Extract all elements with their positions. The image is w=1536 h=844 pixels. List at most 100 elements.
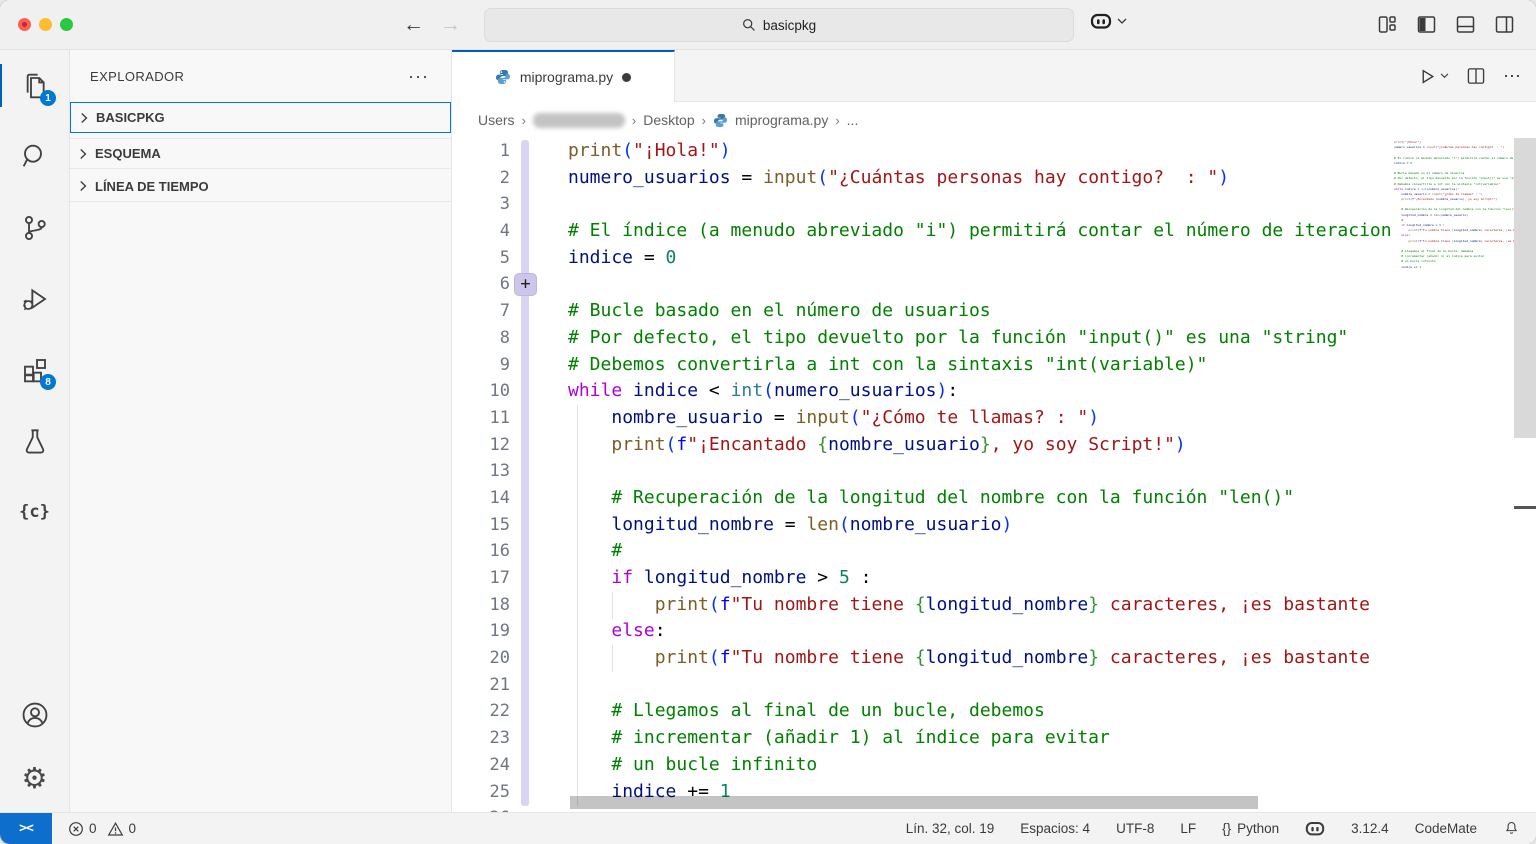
language-mode[interactable]: {} Python: [1222, 821, 1279, 836]
code-line[interactable]: 11 nombre_usuario = input("¿Cómo te llam…: [452, 405, 1392, 432]
customize-layout-icon[interactable]: [1378, 15, 1397, 34]
back-arrow-icon[interactable]: ←: [403, 11, 424, 39]
code-line[interactable]: 18 print(f"Tu nombre tiene {longitud_nom…: [452, 592, 1392, 619]
line-number[interactable]: 15: [452, 512, 510, 539]
line-number[interactable]: 23: [452, 725, 510, 752]
sidebar-item-run-debug[interactable]: [0, 263, 69, 334]
line-number[interactable]: 9: [452, 352, 510, 379]
toggle-secondary-sidebar-icon[interactable]: [1495, 15, 1514, 34]
remote-indicator[interactable]: ><: [0, 813, 52, 844]
line-number[interactable]: 11: [452, 405, 510, 432]
toggle-panel-icon[interactable]: [1456, 15, 1475, 34]
line-number[interactable]: 3: [452, 191, 510, 218]
line-number[interactable]: 10: [452, 378, 510, 405]
line-number[interactable]: 4: [452, 218, 510, 245]
modified-indicator[interactable]: [622, 73, 631, 82]
code-line[interactable]: 4# El índice (a menudo abreviado "i") pe…: [452, 218, 1392, 245]
line-number[interactable]: 18: [452, 592, 510, 619]
add-inline-chat-button[interactable]: +: [514, 273, 537, 296]
breadcrumb-desktop[interactable]: Desktop: [643, 112, 694, 128]
sidebar-item-explorer[interactable]: 1: [0, 50, 69, 121]
maximize-button[interactable]: [60, 18, 73, 31]
cursor-position[interactable]: Lín. 32, col. 19: [906, 821, 995, 836]
code-line[interactable]: 1print("¡Hola!"): [452, 138, 1392, 165]
code-line[interactable]: 23 # incrementar (añadir 1) al índice pa…: [452, 725, 1392, 752]
line-number[interactable]: 13: [452, 458, 510, 485]
code-line[interactable]: 12 print(f"¡Encantado {nombre_usuario}, …: [452, 432, 1392, 459]
tab-miprograma[interactable]: miprograma.py: [452, 50, 675, 102]
line-number[interactable]: 16: [452, 538, 510, 565]
section-linea-de-tiempo[interactable]: LÍNEA DE TIEMPO: [70, 171, 451, 202]
settings-button[interactable]: ⚙: [0, 747, 69, 812]
code-line[interactable]: 7# Bucle basado en el número de usuarios: [452, 298, 1392, 325]
code-line[interactable]: 24 # un bucle infinito: [452, 752, 1392, 779]
forward-arrow-icon[interactable]: →: [440, 11, 461, 39]
line-number[interactable]: 20: [452, 645, 510, 672]
problems-indicator[interactable]: 0 0: [68, 821, 136, 837]
breadcrumb-symbol[interactable]: ...: [847, 112, 859, 128]
close-button[interactable]: [18, 18, 31, 31]
breadcrumb-username-redacted[interactable]: [533, 113, 625, 128]
line-number[interactable]: 14: [452, 485, 510, 512]
code-line[interactable]: 9# Debemos convertirla a int con la sint…: [452, 352, 1392, 379]
copilot-status-icon[interactable]: [1305, 821, 1325, 836]
line-number[interactable]: 12: [452, 432, 510, 459]
toggle-primary-sidebar-icon[interactable]: [1417, 15, 1436, 34]
line-number[interactable]: 7: [452, 298, 510, 325]
bell-icon[interactable]: [1503, 820, 1520, 837]
line-number[interactable]: 24: [452, 752, 510, 779]
line-number[interactable]: 17: [452, 565, 510, 592]
sidebar-item-search[interactable]: [0, 121, 69, 192]
code-line[interactable]: 20 print(f"Tu nombre tiene {longitud_nom…: [452, 645, 1392, 672]
section-basicpkg[interactable]: BASICPKG: [70, 102, 451, 133]
code-line[interactable]: 13: [452, 458, 1392, 485]
python-version[interactable]: 3.12.4: [1351, 821, 1389, 836]
vertical-scrollbar[interactable]: [1514, 138, 1536, 438]
minimap[interactable]: print("¡Hola!")numero_usuarios = input("…: [1392, 140, 1514, 340]
line-number[interactable]: 22: [452, 698, 510, 725]
more-actions-button[interactable]: ⋯: [1503, 66, 1522, 87]
line-number[interactable]: 2: [452, 165, 510, 192]
code-line[interactable]: 19 else:: [452, 618, 1392, 645]
line-number[interactable]: 6: [452, 271, 510, 298]
code-line[interactable]: 17 if longitud_nombre > 5 :: [452, 565, 1392, 592]
extension-codemate[interactable]: CodeMate: [1415, 821, 1477, 836]
code-line[interactable]: 22 # Llegamos al final de un bucle, debe…: [452, 698, 1392, 725]
sidebar-item-source-control[interactable]: [0, 192, 69, 263]
horizontal-scrollbar[interactable]: [570, 796, 1258, 809]
code-line[interactable]: 5indice = 0: [452, 245, 1392, 272]
code-area[interactable]: 1print("¡Hola!")2numero_usuarios = input…: [452, 138, 1536, 812]
command-center-search[interactable]: basicpkg: [484, 8, 1074, 42]
copilot-menu[interactable]: [1090, 13, 1127, 29]
code-line[interactable]: 14 # Recuperación de la longitud del nom…: [452, 485, 1392, 512]
minimize-button[interactable]: [39, 18, 52, 31]
section-esquema[interactable]: ESQUEMA: [70, 138, 451, 169]
views-actions-button[interactable]: ···: [408, 66, 429, 87]
code-lines[interactable]: 1print("¡Hola!")2numero_usuarios = input…: [452, 138, 1392, 812]
breadcrumb-users[interactable]: Users: [478, 112, 515, 128]
code-line[interactable]: 16 #: [452, 538, 1392, 565]
account-button[interactable]: [0, 682, 69, 747]
code-line[interactable]: 21: [452, 672, 1392, 699]
sidebar-item-extensions[interactable]: 8: [0, 334, 69, 405]
line-number[interactable]: 25: [452, 779, 510, 806]
line-number[interactable]: 21: [452, 672, 510, 699]
encoding[interactable]: UTF-8: [1116, 821, 1154, 836]
sidebar-item-cmake[interactable]: {c}: [0, 476, 69, 547]
line-number[interactable]: 8: [452, 325, 510, 352]
code-line[interactable]: 3: [452, 191, 1392, 218]
code-line[interactable]: 15 longitud_nombre = len(nombre_usuario): [452, 512, 1392, 539]
line-number[interactable]: 19: [452, 618, 510, 645]
eol-sequence[interactable]: LF: [1180, 821, 1196, 836]
code-line[interactable]: 2numero_usuarios = input("¿Cuántas perso…: [452, 165, 1392, 192]
line-number[interactable]: 5: [452, 245, 510, 272]
sidebar-item-testing[interactable]: [0, 405, 69, 476]
line-number[interactable]: 1: [452, 138, 510, 165]
run-python-button[interactable]: [1419, 68, 1449, 85]
breadcrumb-file[interactable]: miprograma.py: [735, 112, 828, 128]
code-line[interactable]: 8# Por defecto, el tipo devuelto por la …: [452, 325, 1392, 352]
split-editor-icon[interactable]: [1467, 67, 1485, 85]
code-line[interactable]: 10while indice < int(numero_usuarios):: [452, 378, 1392, 405]
code-line[interactable]: 6: [452, 271, 1392, 298]
indentation[interactable]: Espacios: 4: [1020, 821, 1090, 836]
